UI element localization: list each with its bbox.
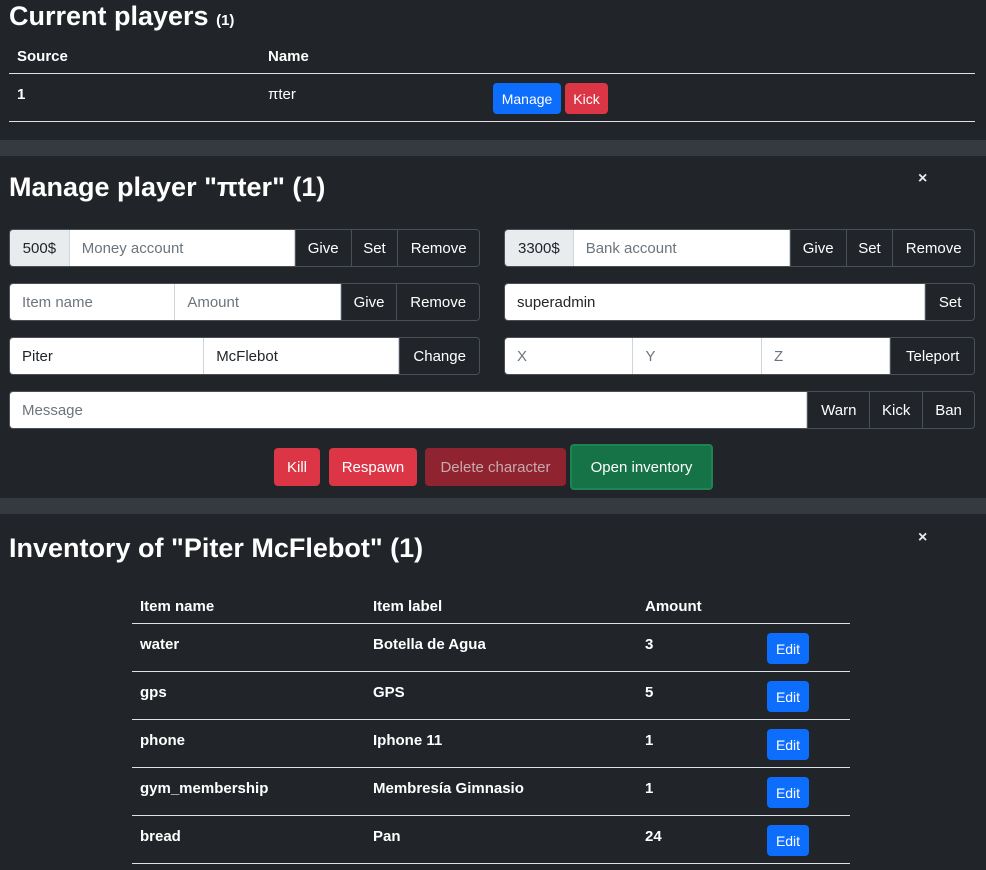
first-name-input[interactable]: Piter <box>10 338 205 374</box>
item-label: Pan <box>373 828 401 845</box>
current-players-title-text: Current players <box>9 1 209 31</box>
table-row: phone Iphone 11 1 Edit <box>132 720 850 768</box>
manage-player-title: Manage player "πter" (1) <box>9 172 326 202</box>
item-amount: 24 <box>645 828 662 845</box>
item-name: gps <box>140 684 167 701</box>
money-account-group: 500$ Money account Give Set Remove <box>9 229 480 267</box>
table-row: 1 πter Manage Kick <box>9 74 975 122</box>
item-amount: 3 <box>645 636 654 653</box>
table-row: gym_membership Membresía Gimnasio 1 Edit <box>132 768 850 816</box>
edit-item-button[interactable]: Edit <box>767 825 809 856</box>
item-name: phone <box>140 732 185 749</box>
permission-group-input[interactable]: superadmin <box>505 284 926 320</box>
close-manage-icon[interactable]: × <box>918 170 927 188</box>
coord-y-input[interactable]: Y <box>633 338 762 374</box>
current-players-count: (1) <box>216 12 235 29</box>
players-table-header: Source Name <box>9 40 975 74</box>
section-separator <box>0 140 986 156</box>
item-remove-button[interactable]: Remove <box>396 284 479 320</box>
coord-x-input[interactable]: X <box>505 338 634 374</box>
delete-character-button[interactable]: Delete character <box>425 448 566 486</box>
current-players-title: Current players (1) <box>9 1 234 32</box>
permission-group: superadmin Set <box>504 283 975 321</box>
message-group: Message Warn Kick Ban <box>9 391 975 429</box>
edit-item-button[interactable]: Edit <box>767 729 809 760</box>
column-header-item-label: Item label <box>373 598 443 615</box>
money-give-button[interactable]: Give <box>294 230 351 266</box>
money-set-button[interactable]: Set <box>350 230 398 266</box>
bank-give-button[interactable]: Give <box>789 230 846 266</box>
respawn-button[interactable]: Respawn <box>329 448 417 486</box>
coord-z-input[interactable]: Z <box>761 338 891 374</box>
item-label: Membresía Gimnasio <box>373 780 524 797</box>
open-inventory-button[interactable]: Open inventory <box>570 444 713 490</box>
manage-button[interactable]: Manage <box>493 83 561 114</box>
table-row: gps GPS 5 Edit <box>132 672 850 720</box>
item-label: GPS <box>373 684 405 701</box>
message-input[interactable]: Message <box>10 392 808 428</box>
change-name-button[interactable]: Change <box>399 338 479 374</box>
inventory-table-header: Item name Item label Amount <box>132 588 850 624</box>
kick-player-button[interactable]: Kick <box>565 83 608 114</box>
bank-value: 3300$ <box>505 230 574 266</box>
item-name: water <box>140 636 180 653</box>
money-account-input[interactable]: Money account <box>69 230 295 266</box>
ban-button[interactable]: Ban <box>922 392 974 428</box>
item-amount: 5 <box>645 684 654 701</box>
section-separator <box>0 498 986 514</box>
teleport-button[interactable]: Teleport <box>890 338 974 374</box>
current-players-section: Current players (1) Source Name 1 πter M… <box>0 0 986 140</box>
money-value: 500$ <box>10 230 70 266</box>
item-label: Iphone 11 <box>373 732 443 749</box>
item-name-input[interactable]: Item name <box>10 284 176 320</box>
player-name: πter <box>268 86 296 103</box>
inventory-title: Inventory of "Piter McFlebot" (1) <box>9 533 424 563</box>
item-label: Botella de Agua <box>373 636 486 653</box>
bank-account-group: 3300$ Bank account Give Set Remove <box>504 229 975 267</box>
edit-item-button[interactable]: Edit <box>767 681 809 712</box>
edit-item-button[interactable]: Edit <box>767 777 809 808</box>
column-header-amount: Amount <box>645 598 702 615</box>
item-amount-input[interactable]: Amount <box>175 284 341 320</box>
table-row: water Botella de Agua 3 Edit <box>132 624 850 672</box>
table-row: bread Pan 24 Edit <box>132 816 850 864</box>
edit-item-button[interactable]: Edit <box>767 633 809 664</box>
item-give-button[interactable]: Give <box>340 284 397 320</box>
money-remove-button[interactable]: Remove <box>397 230 479 266</box>
player-source: 1 <box>17 86 26 103</box>
manage-player-section: Manage player "πter" (1) × 500$ Money ac… <box>0 156 986 498</box>
column-header-name: Name <box>268 48 309 65</box>
character-name-group: Piter McFlebot Change <box>9 337 480 375</box>
warn-button[interactable]: Warn <box>807 392 870 428</box>
close-inventory-icon[interactable]: × <box>918 529 927 547</box>
bank-remove-button[interactable]: Remove <box>892 230 974 266</box>
bank-set-button[interactable]: Set <box>845 230 893 266</box>
kick-button[interactable]: Kick <box>869 392 923 428</box>
teleport-group: X Y Z Teleport <box>504 337 975 375</box>
item-name: bread <box>140 828 181 845</box>
column-header-item-name: Item name <box>140 598 215 615</box>
item-name: gym_membership <box>140 780 269 797</box>
item-amount: 1 <box>645 780 654 797</box>
last-name-input[interactable]: McFlebot <box>204 338 400 374</box>
column-header-source: Source <box>17 48 68 65</box>
kill-button[interactable]: Kill <box>274 448 320 486</box>
permission-set-button[interactable]: Set <box>925 284 974 320</box>
bank-account-input[interactable]: Bank account <box>573 230 790 266</box>
item-group: Item name Amount Give Remove <box>9 283 480 321</box>
item-amount: 1 <box>645 732 654 749</box>
